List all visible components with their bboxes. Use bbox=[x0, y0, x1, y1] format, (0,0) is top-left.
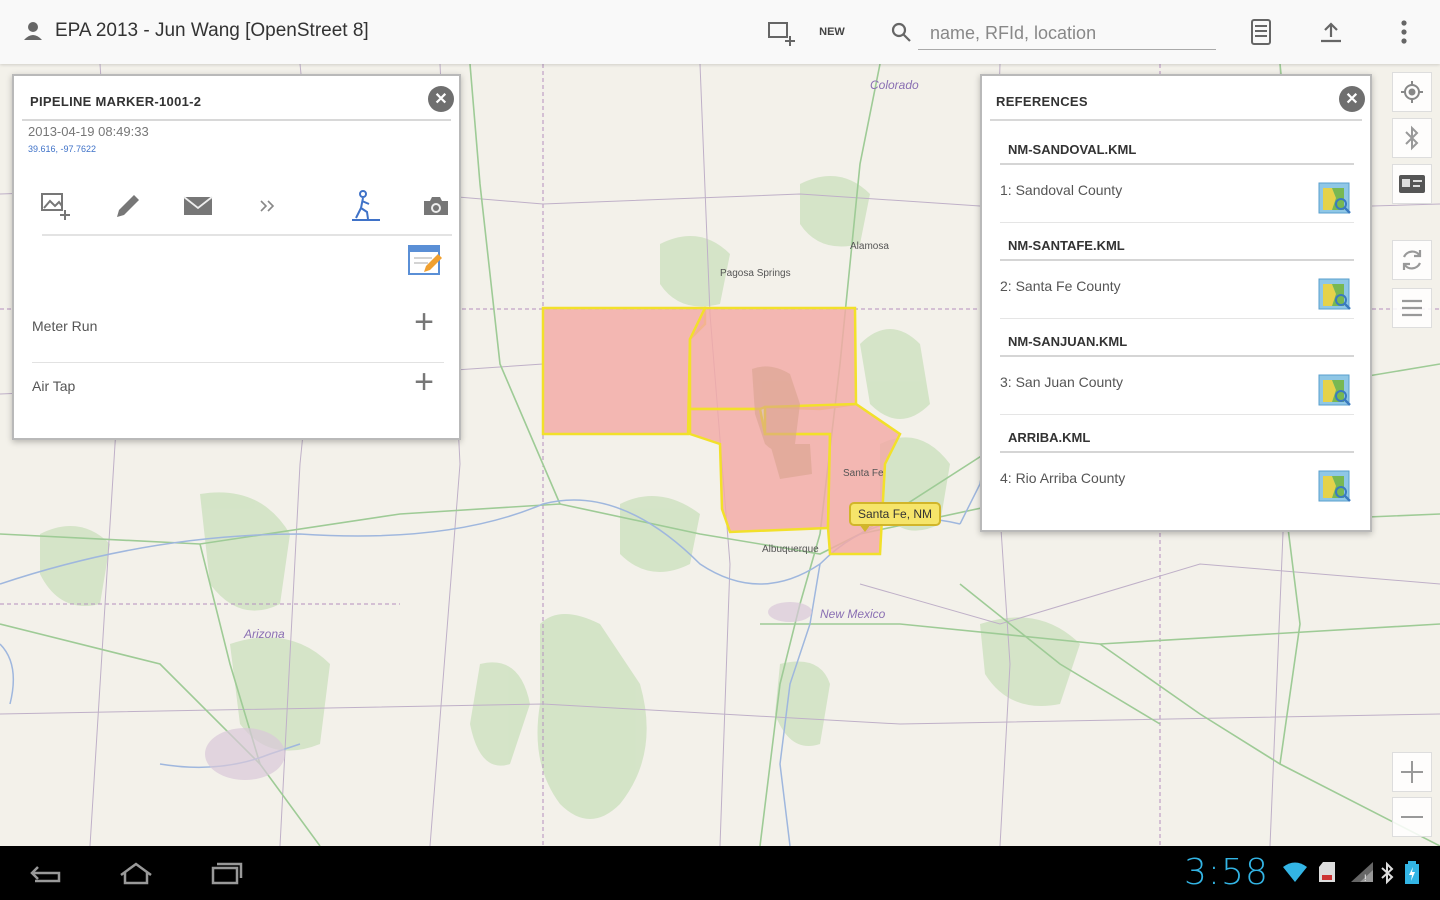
upload-icon[interactable] bbox=[1314, 14, 1348, 50]
wifi-icon bbox=[1282, 861, 1308, 888]
add-icon[interactable]: + bbox=[410, 305, 438, 339]
reference-item[interactable]: 2: Santa Fe County bbox=[1000, 278, 1121, 294]
refresh-icon[interactable] bbox=[1392, 240, 1432, 280]
locate-icon[interactable] bbox=[1392, 72, 1432, 112]
map-label-santa-fe: Santa Fe bbox=[843, 468, 884, 479]
svg-text:!: ! bbox=[1364, 873, 1367, 883]
divider bbox=[42, 234, 452, 236]
attribute-row-meter-run[interactable]: Meter Run + bbox=[14, 305, 459, 376]
map-label-arizona: Arizona bbox=[244, 627, 285, 641]
kml-file-name: NM-SANJUAN.KML bbox=[1008, 334, 1128, 349]
marker-coordinates[interactable]: 39.616, -97.7622 bbox=[28, 144, 96, 154]
sd-card-icon bbox=[1318, 861, 1336, 888]
search-input[interactable] bbox=[918, 18, 1216, 48]
references-panel: REFERENCES ✕ NM-SANDOVAL.KML 1: Sandoval… bbox=[980, 74, 1372, 532]
divider bbox=[1000, 222, 1354, 223]
calculator-icon[interactable] bbox=[1244, 14, 1278, 50]
bluetooth-icon[interactable] bbox=[1392, 118, 1432, 158]
divider bbox=[1000, 355, 1354, 357]
home-icon[interactable] bbox=[116, 858, 156, 888]
reference-group: NM-SANJUAN.KML 3: San Juan County bbox=[982, 334, 1370, 430]
app-title: EPA 2013 - Jun Wang [OpenStreet 8] bbox=[55, 20, 369, 41]
edit-icon[interactable] bbox=[110, 188, 146, 224]
attribute-label: Air Tap bbox=[32, 378, 76, 394]
mail-icon[interactable] bbox=[180, 188, 216, 224]
marker-toolbar bbox=[22, 176, 452, 236]
map-search-icon[interactable] bbox=[1318, 278, 1352, 312]
map-label-alamosa: Alamosa bbox=[850, 241, 889, 252]
divider bbox=[990, 119, 1362, 121]
location-callout[interactable]: Santa Fe, NM bbox=[849, 502, 942, 532]
more-icon[interactable] bbox=[250, 188, 286, 224]
add-image-icon[interactable] bbox=[38, 188, 74, 224]
divider bbox=[32, 362, 444, 363]
reference-group: NM-SANTAFE.KML 2: Santa Fe County bbox=[982, 238, 1370, 334]
divider bbox=[1000, 414, 1354, 415]
reference-item[interactable]: 3: San Juan County bbox=[1000, 374, 1123, 390]
divider bbox=[1000, 259, 1354, 261]
system-bar: 3:58 ! bbox=[0, 846, 1440, 900]
new-button[interactable]: NEW bbox=[810, 14, 854, 50]
search-icon[interactable] bbox=[886, 14, 916, 50]
new-label: NEW bbox=[819, 26, 845, 38]
zoom-out-icon[interactable] bbox=[1392, 797, 1432, 837]
divider bbox=[1000, 451, 1354, 453]
camera-icon[interactable] bbox=[418, 188, 454, 224]
reference-item[interactable]: 4: Rio Arriba County bbox=[1000, 470, 1125, 486]
kml-file-name: ARRIBA.KML bbox=[1008, 430, 1091, 445]
map-label-new-mexico: New Mexico bbox=[820, 607, 886, 621]
action-bar: EPA 2013 - Jun Wang [OpenStreet 8] NEW bbox=[0, 0, 1440, 64]
status-clock: 3:58 bbox=[1184, 852, 1269, 893]
map-search-icon[interactable] bbox=[1318, 470, 1352, 504]
reference-group: ARRIBA.KML 4: Rio Arriba County bbox=[982, 430, 1370, 526]
user-icon[interactable] bbox=[22, 20, 44, 47]
marker-detail-panel: PIPELINE MARKER-1001-2 ✕ 2013-04-19 08:4… bbox=[12, 74, 461, 440]
add-icon[interactable]: + bbox=[410, 365, 438, 399]
notes-edit-icon[interactable] bbox=[406, 242, 446, 282]
close-icon[interactable]: ✕ bbox=[1339, 86, 1365, 112]
map-label-colorado: Colorado bbox=[870, 78, 919, 92]
gps-walk-icon[interactable] bbox=[348, 188, 384, 224]
overflow-menu-icon[interactable] bbox=[1390, 14, 1418, 50]
reference-group: NM-SANDOVAL.KML 1: Sandoval County bbox=[982, 142, 1370, 238]
attribute-row-air-tap[interactable]: Air Tap + bbox=[14, 365, 459, 436]
zoom-in-icon[interactable] bbox=[1392, 752, 1432, 792]
references-title: REFERENCES bbox=[996, 94, 1088, 109]
search-field[interactable] bbox=[918, 18, 1216, 50]
kml-file-name: NM-SANDOVAL.KML bbox=[1008, 142, 1137, 157]
recents-icon[interactable] bbox=[206, 858, 246, 888]
reference-item[interactable]: 1: Sandoval County bbox=[1000, 182, 1122, 198]
map-label-albuquerque: Albuquerque bbox=[762, 544, 819, 555]
map-label-pagosa: Pagosa Springs bbox=[720, 268, 791, 279]
attribute-label: Meter Run bbox=[32, 318, 98, 334]
map-search-icon[interactable] bbox=[1318, 182, 1352, 216]
new-map-icon[interactable] bbox=[764, 14, 800, 50]
map-search-icon[interactable] bbox=[1318, 374, 1352, 408]
battery-icon bbox=[1404, 861, 1420, 890]
rfid-icon[interactable] bbox=[1392, 164, 1432, 204]
divider bbox=[1000, 163, 1354, 165]
kml-file-name: NM-SANTAFE.KML bbox=[1008, 238, 1125, 253]
marker-timestamp: 2013-04-19 08:49:33 bbox=[28, 124, 149, 139]
divider bbox=[1000, 318, 1354, 319]
signal-icon: ! bbox=[1350, 861, 1374, 888]
bluetooth-status-icon bbox=[1380, 861, 1394, 890]
layers-icon[interactable] bbox=[1392, 288, 1432, 328]
marker-title: PIPELINE MARKER-1001-2 bbox=[30, 94, 202, 109]
back-icon[interactable] bbox=[26, 858, 66, 888]
close-icon[interactable]: ✕ bbox=[428, 86, 454, 112]
divider bbox=[22, 119, 451, 121]
